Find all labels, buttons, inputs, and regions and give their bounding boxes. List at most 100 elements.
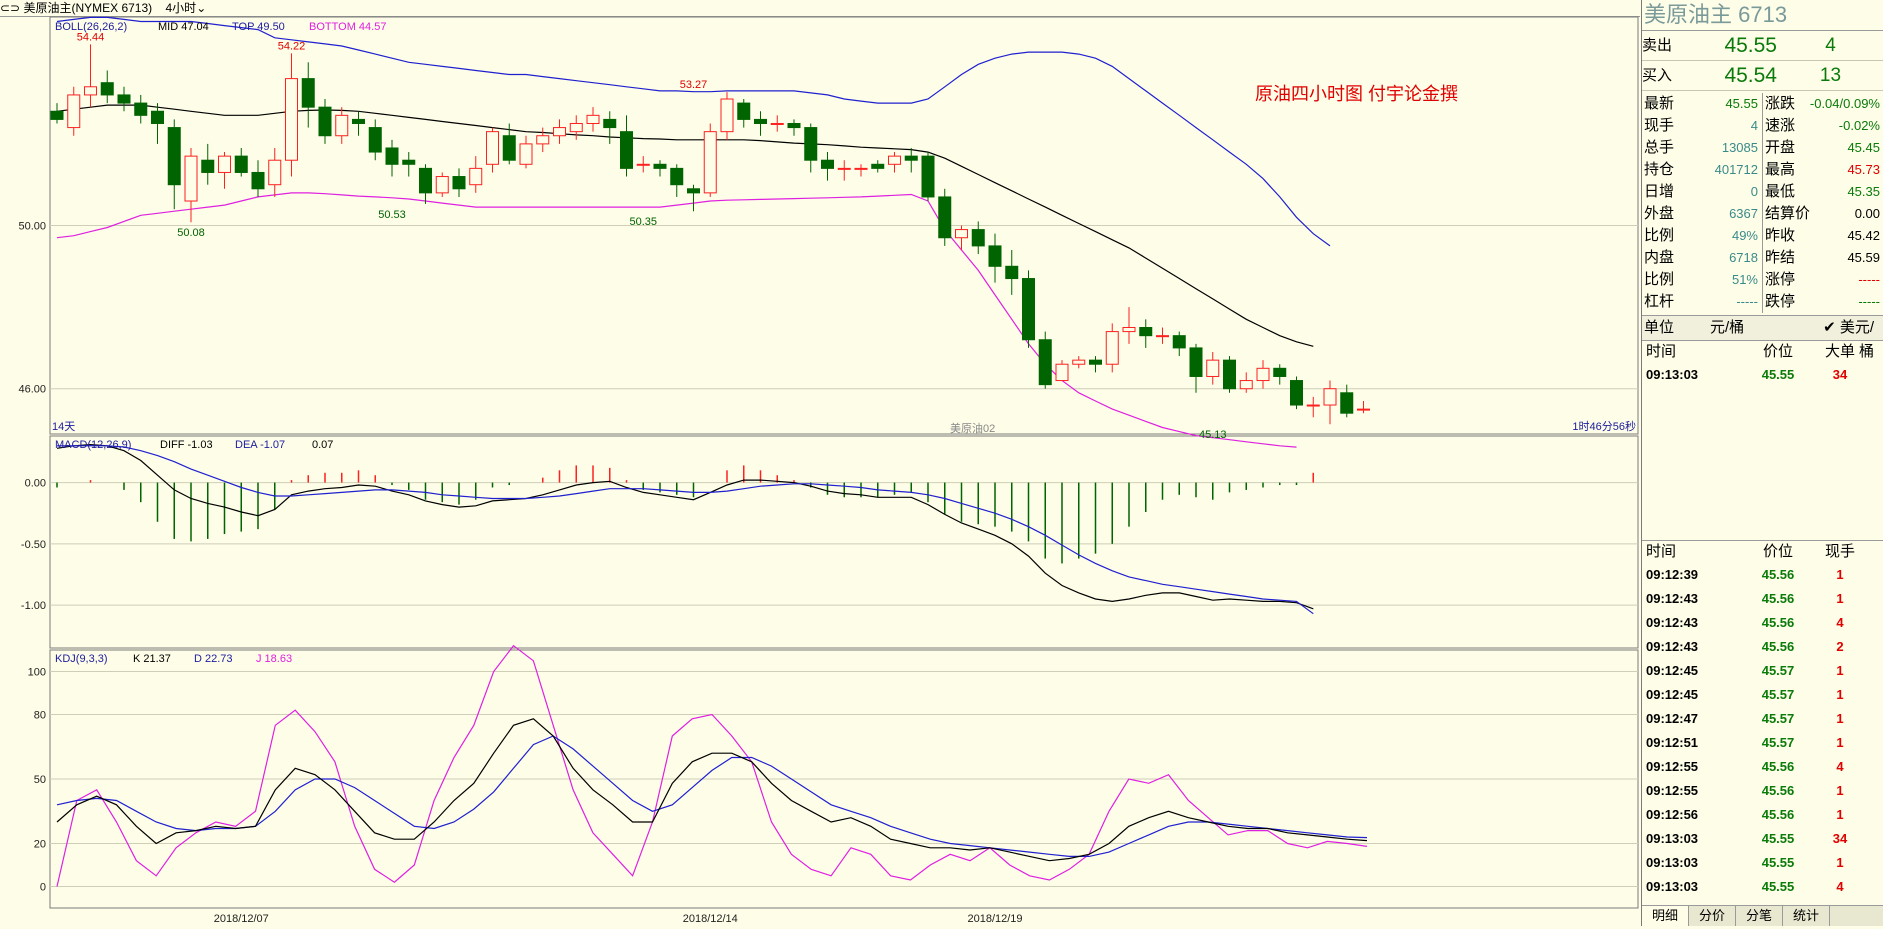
candle-body: [737, 102, 751, 120]
kdj-tick-label: 50: [34, 774, 46, 786]
big-order-price: 45.55: [1761, 367, 1795, 382]
stat-value: -----: [1858, 272, 1880, 287]
boll-bottom-label: BOTTOM 44.57: [309, 21, 386, 33]
stat-cell: 比例 51%: [1642, 269, 1763, 291]
col-time: 时间: [1646, 343, 1677, 360]
stat-label: 开盘: [1765, 139, 1796, 156]
stat-cell: 涨停 -----: [1763, 269, 1883, 291]
candle-body: [854, 167, 868, 170]
candle-body: [586, 114, 600, 124]
tab-2[interactable]: 分笔: [1736, 906, 1784, 926]
stat-value: -----: [1736, 294, 1758, 309]
candle-body: [1038, 339, 1052, 386]
tick-price: 45.57: [1761, 735, 1795, 750]
candle-body: [620, 131, 633, 169]
candle-body: [754, 118, 767, 124]
tab-0[interactable]: 明细: [1642, 906, 1690, 926]
col-volume: 现手: [1824, 543, 1855, 560]
candle-body: [1156, 335, 1169, 338]
tick-volume: 4: [1836, 879, 1844, 894]
stat-cell: 外盘 6367: [1642, 203, 1763, 225]
stat-cell: 速涨 -0.02%: [1763, 115, 1883, 137]
candle-body: [1223, 359, 1236, 390]
candle-body: [1105, 331, 1119, 365]
stat-cell: 最新 45.55: [1642, 93, 1763, 115]
sell-volume: 4: [1825, 35, 1836, 56]
kdj-tick-label: 20: [34, 839, 46, 851]
kline-chart-area[interactable]: 50.00 46.00 0.00 -0.50 -1.00 100 80 50 20 0 2018/1…: [0, 0, 1640, 926]
kdj-k-line: [56, 718, 1368, 862]
buy-row: 买入 45.54 13: [1642, 61, 1883, 91]
unit-value[interactable]: 元/桶: [1710, 316, 1810, 340]
tick-volume: 1: [1836, 663, 1844, 678]
candle-body: [653, 163, 667, 169]
candle-body: [670, 167, 684, 186]
stat-cell: 杠杆 -----: [1642, 291, 1763, 313]
stat-cell: 比例 49%: [1642, 225, 1763, 247]
stat-cell: 跌停 -----: [1763, 291, 1883, 313]
candle-body: [117, 94, 131, 104]
candle-body: [167, 127, 181, 186]
tick-list[interactable]: 时间 价位 现手 09:12:39 45.56 1 09:12:43 45.56 1 09:…: [1642, 540, 1883, 899]
candle-body: [1357, 408, 1370, 411]
candle-body: [787, 122, 801, 129]
tick-price: 45.56: [1761, 591, 1795, 606]
tick-time: 09:12:47: [1646, 711, 1699, 726]
stat-cell: 涨跌 -0.04/0.09%: [1763, 93, 1883, 115]
tick-price: 45.55: [1761, 831, 1795, 846]
candle-body: [687, 188, 700, 194]
col-time: 时间: [1646, 543, 1677, 560]
stat-label: 杠杆: [1644, 293, 1675, 310]
candle-body: [1139, 327, 1153, 337]
chart-annotation: 原油四小时图 付宇论金撰: [1255, 84, 1458, 104]
candle-body: [1340, 392, 1354, 414]
tick-price: 45.55: [1761, 855, 1795, 870]
ticks-header: 时间 价位 现手: [1642, 540, 1883, 563]
price-tick-label: 46.00: [18, 384, 46, 396]
candle-body: [1072, 359, 1086, 365]
boll-bottom-line: [56, 192, 1297, 448]
tick-time: 09:12:55: [1646, 759, 1699, 774]
tab-3[interactable]: 统计: [1783, 906, 1831, 926]
candle-body: [84, 86, 97, 96]
peak-label: 54.22: [278, 40, 306, 52]
stat-label: 日增: [1644, 183, 1675, 200]
candle-body: [352, 118, 365, 124]
tick-row: 09:12:39 45.56 1: [1642, 563, 1883, 587]
countdown-label: 1时46分56秒: [1572, 419, 1636, 433]
macd-dea-label: DEA -1.07: [235, 439, 285, 451]
stat-label: 涨停: [1765, 271, 1796, 288]
boll-label: BOLL(26,26,2): [55, 21, 127, 33]
candle-body: [938, 196, 952, 239]
tick-row: 09:12:45 45.57 1: [1642, 659, 1883, 683]
unit-row: 单位 元/桶 ✔ 美元/桶: [1642, 316, 1883, 360]
tick-volume: 4: [1836, 759, 1844, 774]
tick-price: 45.55: [1761, 879, 1795, 894]
stat-cell: 日增 0: [1642, 181, 1763, 203]
unit-option[interactable]: ✔ 美元/桶: [1810, 316, 1883, 360]
candle-body: [955, 229, 968, 239]
candle-body: [603, 118, 617, 129]
macd-dea-line: [57, 445, 1314, 615]
buy-price: 45.54: [1724, 64, 1777, 87]
buy-label: 买入: [1642, 67, 1673, 84]
stat-cell: 昨结 45.59: [1763, 247, 1883, 269]
candle-body: [268, 159, 282, 186]
candle-body: [134, 102, 148, 116]
tab-1[interactable]: 分价: [1689, 906, 1737, 926]
candle-body: [1022, 278, 1035, 341]
stat-value: 45.55: [1725, 96, 1758, 111]
tick-volume: 4: [1836, 615, 1844, 630]
stat-label: 现手: [1644, 117, 1675, 134]
candle-body: [301, 78, 315, 108]
tick-volume: 34: [1832, 831, 1848, 846]
stat-cell: 结算价 0.00: [1763, 203, 1883, 225]
tick-time: 09:13:03: [1646, 831, 1699, 846]
tick-volume: 1: [1836, 711, 1844, 726]
stat-cell: 内盘 6718: [1642, 247, 1763, 269]
candle-body: [335, 114, 349, 137]
kdj-j-line: [56, 644, 1368, 887]
candle-body: [1005, 265, 1019, 280]
candle-body: [553, 127, 566, 137]
tick-rows: 09:12:39 45.56 1 09:12:43 45.56 1 09:12:43 45.5…: [1642, 563, 1883, 899]
